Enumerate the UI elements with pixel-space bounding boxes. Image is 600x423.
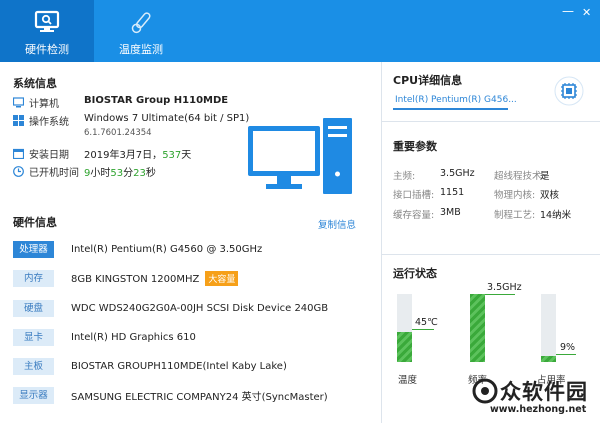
large-capacity-badge: 大容量: [205, 271, 239, 286]
hardware-label: 硬盘: [13, 300, 54, 317]
param-key: 主频:: [393, 171, 416, 182]
copy-info-link[interactable]: 复制信息: [318, 217, 356, 231]
install-date-row: 安装日期: [13, 146, 69, 161]
watermark-logo-icon: [472, 378, 498, 404]
hardware-value: SAMSUNG ELECTRIC COMPANY24 英寸(SyncMaster…: [71, 392, 328, 403]
computer-value: BIOSTAR Group H110MDE: [84, 95, 229, 106]
leader-line: [485, 294, 515, 295]
left-panel: 系统信息 计算机 BIOSTAR Group H110MDE 操作系统 Wind…: [0, 62, 381, 423]
system-info-title: 系统信息: [13, 77, 57, 90]
computer-icon: [13, 97, 24, 108]
windows-icon: [13, 115, 24, 126]
temperature-value: 45℃: [415, 317, 438, 328]
hardware-row-memory[interactable]: 内存 8GB KINGSTON 1200MHZ 大容量: [13, 270, 239, 287]
uptime-label: 已开机时间: [29, 168, 79, 179]
os-label: 操作系统: [29, 117, 69, 128]
uptime-seconds-unit: 秒: [145, 168, 156, 179]
param-value: 3MB: [440, 207, 461, 218]
cpu-detail-title: CPU详细信息: [393, 74, 463, 87]
desktop-computer-illustration: [248, 118, 352, 194]
watermark-url: www.hezhong.net: [490, 404, 587, 415]
param-value: 14纳米: [540, 210, 572, 221]
install-date-label: 安装日期: [29, 150, 69, 161]
close-button[interactable]: ✕: [582, 6, 591, 19]
uptime-row: 已开机时间: [13, 164, 79, 179]
hardware-label: 主板: [13, 358, 54, 375]
param-value: 3.5GHz: [440, 168, 475, 179]
os-value: Windows 7 Ultimate(64 bit / SP1): [84, 113, 250, 124]
hardware-row-cpu[interactable]: 处理器 Intel(R) Pentium(R) G4560 @ 3.50GHz: [13, 241, 262, 258]
tab-temperature-monitor[interactable]: 温度监测: [94, 0, 188, 62]
uptime-seconds: 23: [133, 168, 146, 179]
param-value: 1151: [440, 187, 465, 198]
param-key: 接口插槽:: [393, 190, 435, 201]
run-status-title: 运行状态: [393, 267, 437, 280]
cpu-name-tab[interactable]: Intel(R) Pentium(R) G456...: [395, 95, 517, 105]
usage-bar-fill: [541, 355, 556, 362]
hardware-value: 8GB KINGSTON 1200MHZ 大容量: [71, 271, 239, 286]
leader-line: [556, 354, 576, 355]
leader-line: [412, 329, 434, 330]
hardware-row-motherboard[interactable]: 主板 BIOSTAR GROUPH110MDE(Intel Kaby Lake): [13, 358, 287, 375]
usage-bar: [541, 294, 556, 362]
temperature-label: 温度: [398, 375, 418, 386]
hardware-label: 显卡: [13, 329, 54, 346]
install-date-value: 2019年3月7日，537天: [84, 146, 191, 161]
param-key: 物理内核:: [494, 190, 536, 201]
hardware-value: BIOSTAR GROUPH110MDE(Intel Kaby Lake): [71, 361, 287, 372]
cpu-name-underline: [393, 108, 508, 110]
tab-label: 温度监测: [119, 43, 163, 56]
param-key: 缓存容量:: [393, 210, 435, 221]
hardware-label: 显示器: [13, 387, 54, 404]
memory-value: 8GB KINGSTON 1200MHZ: [71, 274, 200, 285]
monitor-check-icon: [34, 10, 60, 32]
tab-hardware-check[interactable]: 硬件检测: [0, 0, 94, 62]
temperature-bar: [397, 294, 412, 362]
install-date: 2019年3月7日，: [84, 150, 163, 161]
frequency-value: 3.5GHz: [487, 282, 522, 293]
divider: [382, 254, 600, 255]
os-version: 6.1.7601.24354: [84, 128, 152, 138]
uptime-minutes: 53: [110, 168, 124, 179]
hardware-value: Intel(R) Pentium(R) G4560 @ 3.50GHz: [71, 244, 263, 255]
hardware-label: 内存: [13, 270, 54, 287]
key-params-title: 重要参数: [393, 140, 437, 153]
hardware-value: Intel(R) HD Graphics 610: [71, 332, 196, 343]
thermometer-icon: [131, 12, 151, 34]
cpu-chip-icon: [554, 76, 584, 106]
right-panel: CPU详细信息 Intel(R) Pentium(R) G456... 重要参数…: [381, 62, 600, 423]
clock-icon: [13, 166, 24, 177]
divider: [382, 121, 600, 122]
minimize-button[interactable]: —: [562, 4, 574, 18]
title-bar: 硬件检测 温度监测 — ✕: [0, 0, 600, 62]
hardware-row-graphics[interactable]: 显卡 Intel(R) HD Graphics 610: [13, 329, 196, 346]
install-days-unit: 天: [181, 150, 192, 161]
hardware-value: WDC WDS240G2G0A-00JH SCSI Disk Device 24…: [71, 303, 329, 314]
hardware-label: 处理器: [13, 241, 54, 258]
computer-row: 计算机: [13, 95, 59, 110]
uptime-hours-unit: 小时: [90, 168, 111, 179]
frequency-bar: [470, 294, 485, 362]
temperature-bar-fill: [397, 332, 412, 362]
calendar-icon: [13, 148, 24, 159]
computer-label: 计算机: [29, 99, 59, 110]
param-value: 是: [540, 171, 550, 182]
watermark-brand: 众软件园: [500, 380, 588, 404]
param-value: 双核: [540, 190, 560, 201]
os-row: 操作系统: [13, 113, 69, 128]
uptime-value: 9小时53分23秒: [84, 164, 156, 179]
usage-value: 9%: [560, 342, 576, 353]
hardware-row-monitor[interactable]: 显示器 SAMSUNG ELECTRIC COMPANY24 英寸(SyncMa…: [13, 387, 328, 404]
frequency-bar-fill: [470, 294, 485, 362]
uptime-minutes-unit: 分: [123, 168, 134, 179]
tab-label: 硬件检测: [25, 43, 69, 56]
param-key: 超线程技术:: [494, 171, 545, 182]
install-days: 537: [162, 150, 182, 161]
hardware-row-disk[interactable]: 硬盘 WDC WDS240G2G0A-00JH SCSI Disk Device…: [13, 300, 328, 317]
param-key: 制程工艺:: [494, 210, 536, 221]
hardware-info-title: 硬件信息: [13, 216, 57, 229]
